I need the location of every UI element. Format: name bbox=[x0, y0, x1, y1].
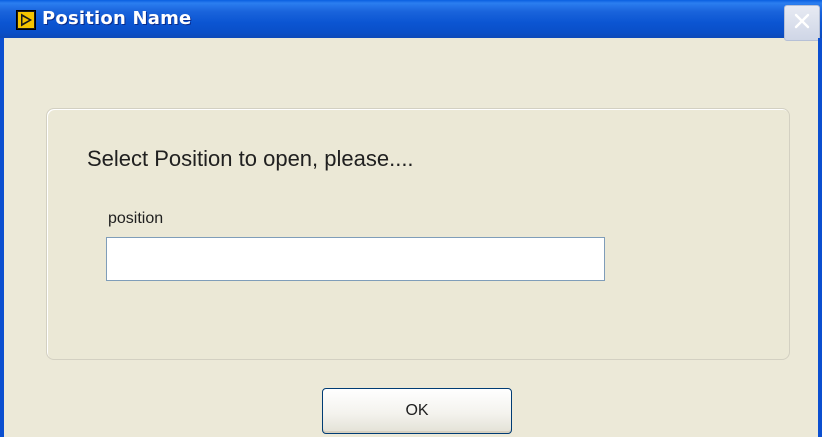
prompt-text: Select Position to open, please.... bbox=[87, 146, 414, 171]
ok-button[interactable]: OK bbox=[322, 388, 512, 434]
dialog-window: Position Name Select Position to open, p… bbox=[0, 0, 822, 437]
close-button[interactable] bbox=[784, 5, 820, 41]
title-bar[interactable]: Position Name bbox=[0, 0, 822, 41]
labview-run-icon bbox=[16, 10, 36, 30]
window-title: Position Name bbox=[42, 8, 192, 29]
position-input[interactable] bbox=[106, 237, 605, 281]
window-border-left bbox=[0, 38, 4, 437]
window-border-right bbox=[818, 38, 822, 437]
close-icon bbox=[793, 12, 811, 35]
position-field-label: position bbox=[108, 210, 164, 227]
